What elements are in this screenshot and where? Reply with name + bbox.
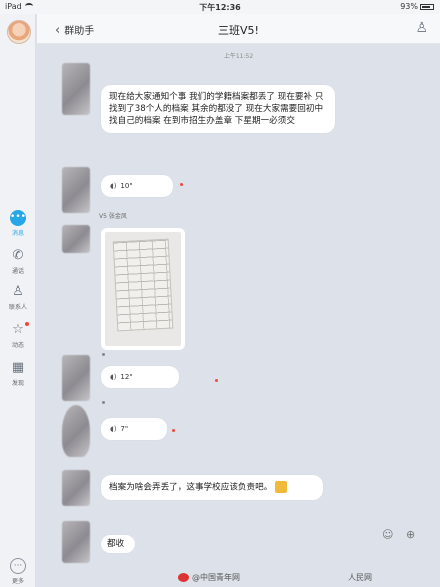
status-bar: iPad 下午12:36 93%	[0, 0, 440, 14]
sidebar-item-label: 发现	[11, 380, 24, 387]
sidebar-item-messages[interactable]: ••• 消息	[0, 210, 36, 237]
sidebar-item-label: 通话	[11, 268, 24, 275]
voice-message[interactable]: ◖) 10"	[101, 175, 173, 197]
voice-duration: 10"	[120, 182, 133, 190]
unread-dot	[172, 429, 175, 432]
status-dot	[102, 401, 105, 404]
phone-icon: ✆	[12, 248, 24, 263]
voice-wave-icon: ◖)	[110, 373, 117, 381]
group-members-icon[interactable]: ♙	[415, 20, 428, 36]
watermark-right: 人民网	[348, 573, 372, 582]
sidebar-item-label: 联系人	[8, 304, 27, 311]
status-time: 下午12:36	[199, 3, 241, 12]
sender-avatar[interactable]	[62, 63, 90, 115]
voice-message[interactable]: ◖) 7"	[101, 418, 167, 440]
weibo-logo-icon	[178, 573, 189, 582]
sender-avatar[interactable]	[62, 355, 90, 401]
battery-indicator: 93%	[400, 2, 434, 11]
message-timestamp: 上午11:52	[223, 53, 254, 60]
sender-avatar[interactable]	[62, 470, 90, 506]
sidebar-item-label: 消息	[11, 230, 24, 237]
star-icon: ☆	[12, 322, 24, 337]
status-dot	[102, 353, 105, 356]
voice-wave-icon: ◖)	[110, 425, 117, 433]
sidebar-more[interactable]: ··· 更多	[0, 558, 36, 585]
sender-avatar[interactable]	[62, 521, 90, 563]
user-avatar[interactable]	[7, 20, 31, 44]
text-message[interactable]: 都收	[101, 535, 135, 553]
more-icon: ···	[10, 558, 26, 574]
sidebar: ••• 消息 ✆ 通话 ♙ 联系人 ☆ 动态 ▦ 发现 ··· 更多	[0, 14, 36, 587]
sidebar-item-discover[interactable]: ▦ 发现	[0, 360, 36, 387]
emoji-picker-icon[interactable]: ☺	[382, 528, 393, 541]
voice-wave-icon: ◖)	[110, 182, 117, 190]
sidebar-item-label: 动态	[11, 342, 24, 349]
unread-dot	[215, 379, 218, 382]
notification-dot	[25, 322, 29, 326]
message-text: 档案为啥会弄丢了，这事学校应该负责吧。	[109, 482, 273, 493]
sidebar-item-feed[interactable]: ☆ 动态	[0, 322, 36, 349]
grid-icon: ▦	[11, 360, 25, 375]
voice-duration: 7"	[120, 425, 129, 433]
sender-name: V5 张金凤	[99, 213, 127, 220]
sender-avatar[interactable]	[62, 167, 90, 213]
watermark-left: @中国青年网	[178, 572, 240, 583]
text-message[interactable]: 档案为啥会弄丢了，这事学校应该负责吧。	[101, 475, 323, 500]
sender-avatar[interactable]	[62, 225, 90, 253]
contacts-icon: ♙	[12, 284, 24, 299]
sidebar-item-calls[interactable]: ✆ 通话	[0, 248, 36, 275]
chat-title: 三班V5!	[218, 24, 259, 37]
sender-avatar[interactable]	[62, 405, 90, 457]
chat-header: ‹ 群助手 三班V5! ♙	[37, 14, 440, 44]
document-photo	[112, 238, 174, 332]
voice-duration: 12"	[120, 373, 133, 381]
text-message[interactable]: 现在给大家通知个事 我们的学籍档案都丢了 现在要补 只找到了38个人的档案 其余…	[101, 85, 335, 133]
image-message[interactable]	[101, 228, 185, 350]
battery-icon	[420, 3, 434, 10]
voice-message[interactable]: ◖) 12"	[101, 366, 179, 388]
sidebar-item-contacts[interactable]: ♙ 联系人	[0, 284, 36, 311]
message-bubble-icon: •••	[10, 210, 26, 226]
chat-area[interactable]: 上午11:52 现在给大家通知个事 我们的学籍档案都丢了 现在要补 只找到了38…	[37, 45, 440, 587]
more-label: 更多	[11, 578, 24, 585]
add-icon[interactable]: ⊕	[406, 528, 415, 541]
emoji-icon	[275, 481, 288, 493]
unread-dot	[180, 183, 183, 186]
